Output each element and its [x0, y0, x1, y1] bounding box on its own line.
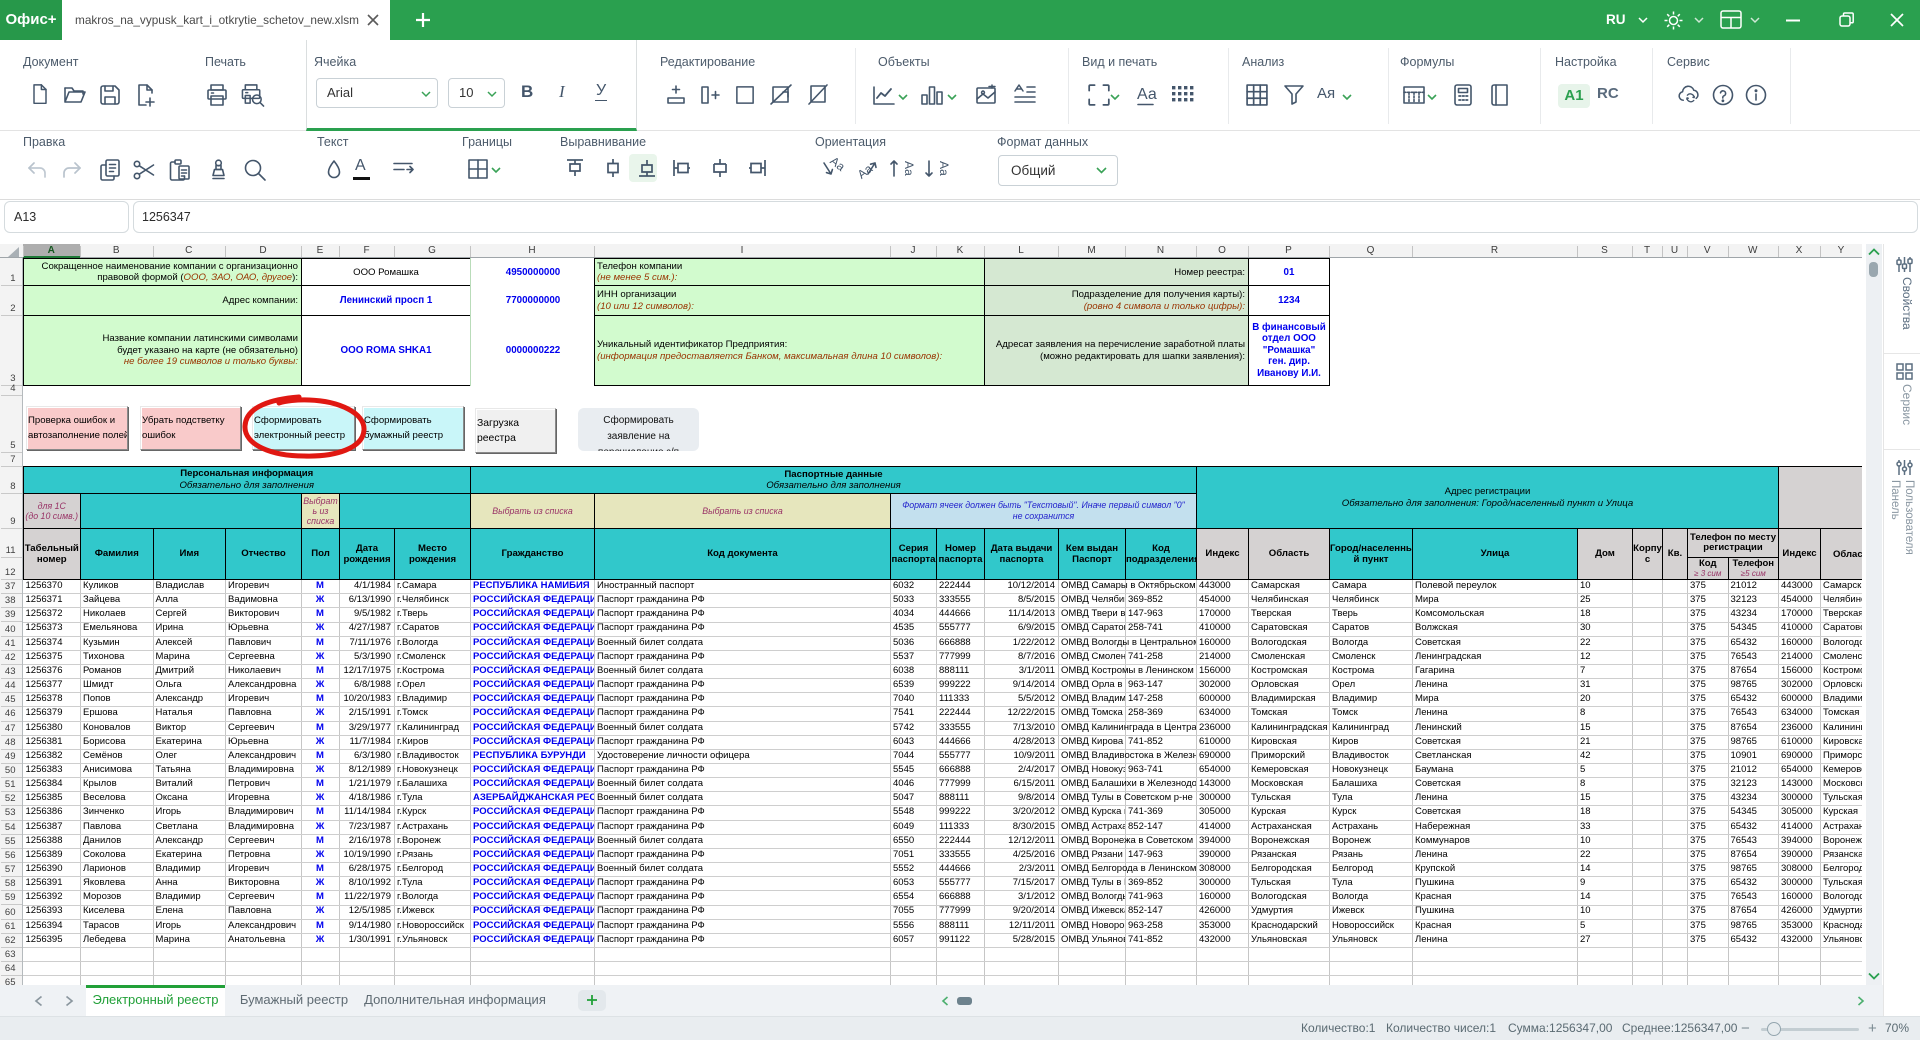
svg-text:Аа: Аа: [937, 161, 950, 176]
svg-text:Аа: Аа: [902, 161, 915, 176]
svg-text:Аа: Аа: [1137, 86, 1157, 103]
